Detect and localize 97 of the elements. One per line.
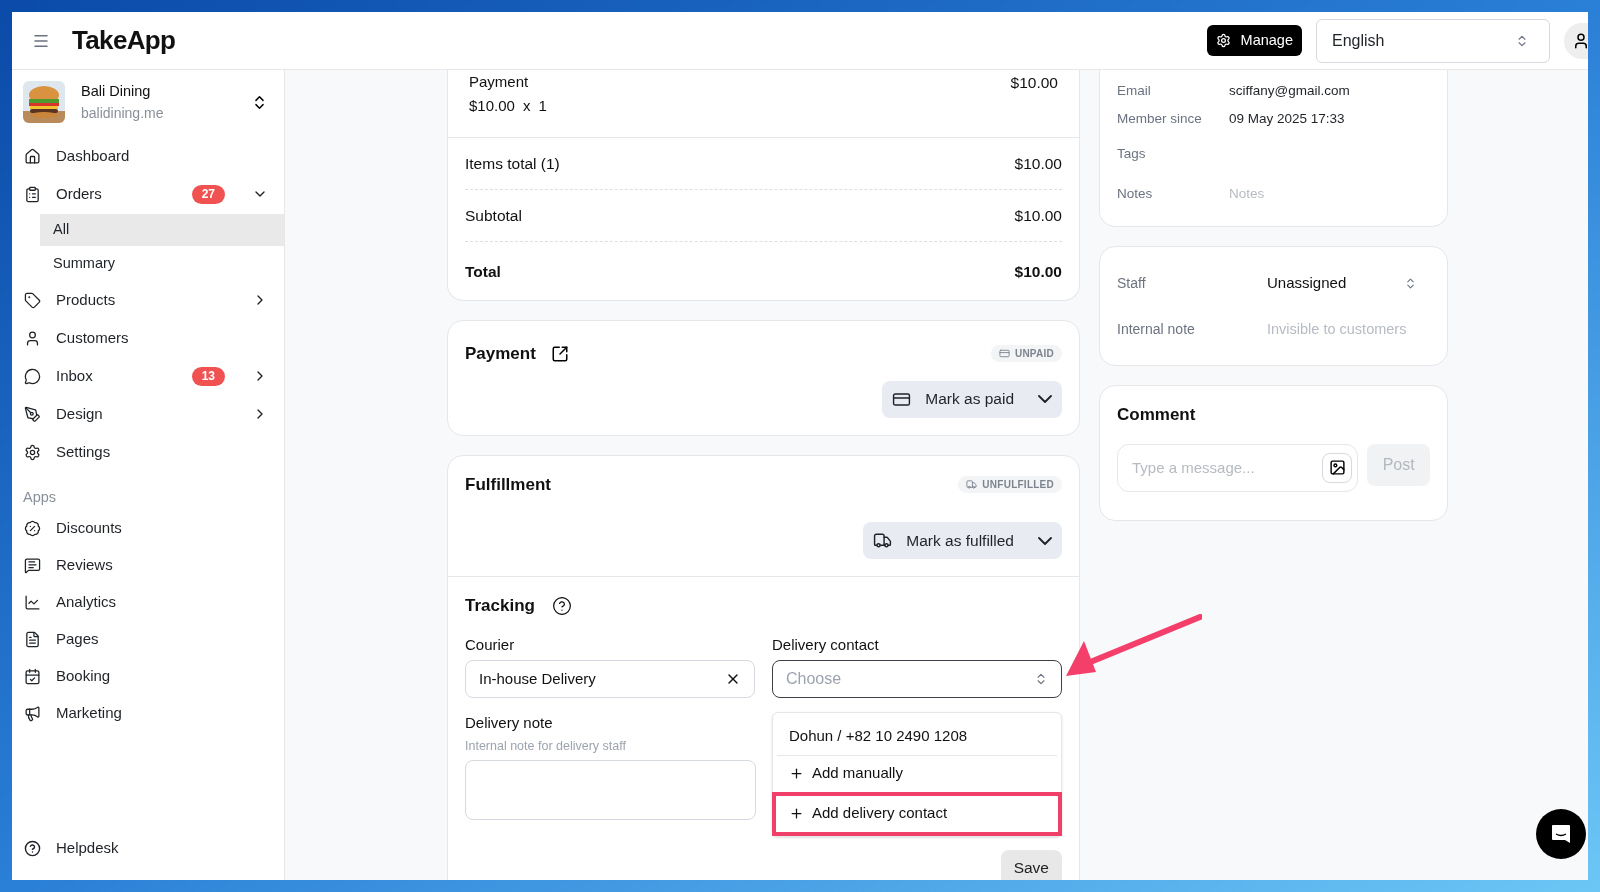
save-button[interactable]: Save [1000, 850, 1062, 880]
total-label: Items total (1) [465, 153, 560, 174]
chat-launcher-button[interactable] [1536, 809, 1586, 859]
tag-icon [24, 291, 41, 309]
sidebar-subitem[interactable]: Summary [40, 247, 284, 280]
manage-button[interactable]: Manage [1206, 25, 1302, 56]
staff-select[interactable]: Unassigned [1267, 272, 1417, 295]
field-value: sciffany@gmail.com [1229, 82, 1350, 100]
line-total: $10.00 [1010, 73, 1058, 93]
line-chart-icon [24, 593, 41, 611]
field-label: Staff [1117, 273, 1147, 293]
sidebar-item[interactable]: Reviews [12, 546, 284, 584]
card-title: Payment [465, 343, 536, 365]
chat-icon [1550, 823, 1572, 845]
field-label: Delivery contact [772, 634, 880, 655]
total-value: $10.00 [1014, 205, 1062, 226]
action-dropdown-button[interactable]: Mark as fulfilled [863, 522, 1062, 559]
pen-icon [24, 405, 41, 423]
sidebar-item[interactable]: Settings [12, 433, 284, 471]
count-badge: 13 [191, 366, 225, 386]
percent-badge-icon [24, 519, 41, 537]
chat-bubble-icon [24, 367, 41, 385]
document-icon [24, 630, 41, 648]
field-label: Notes [1117, 184, 1154, 203]
truck-icon [873, 531, 893, 550]
field-label: Internal note [1117, 319, 1196, 339]
status-badge: UNFULFILLED [958, 475, 1062, 493]
user-icon [24, 329, 41, 347]
notes-field[interactable]: Notes [1229, 183, 1409, 204]
dropdown-option[interactable]: Dohun / +82 10 2490 1208 [777, 718, 1057, 755]
field-label: Courier [465, 634, 516, 655]
delivery-note-field[interactable] [465, 760, 756, 821]
courier-field[interactable]: In-house Delivery [465, 660, 755, 698]
sidebar-item[interactable]: Pages [12, 620, 284, 658]
sidebar-item[interactable]: Booking [12, 657, 284, 695]
store-name: Bali Dining [81, 82, 152, 101]
field-label: Member since [1117, 110, 1203, 129]
external-link-icon[interactable] [550, 344, 569, 363]
field-label: Email [1117, 82, 1152, 100]
settings-icon [24, 443, 41, 461]
chevron-down-icon [1038, 536, 1052, 545]
sidebar-item[interactable]: Dashboard [12, 137, 284, 175]
line-item-name: Payment [469, 72, 530, 92]
total-label: Total [465, 262, 501, 283]
total-value: $10.00 [1014, 262, 1062, 283]
sidebar-item[interactable]: Analytics [12, 583, 284, 621]
section-heading: Apps [22, 487, 58, 507]
field-hint: Internal note for delivery staff [465, 737, 627, 755]
truck-icon [966, 478, 978, 490]
plus-icon [789, 766, 804, 781]
unit-price: $10.00 [469, 95, 515, 116]
sidebar-item[interactable]: Orders 27 [12, 175, 284, 213]
sidebar-item[interactable]: Discounts [12, 509, 284, 547]
dropdown-option[interactable]: Add delivery contact [772, 791, 1062, 836]
image-upload-button[interactable] [1322, 452, 1353, 483]
comment-field[interactable]: Type a message... [1117, 443, 1359, 492]
language-select[interactable]: English [1316, 18, 1550, 63]
dropdown-option[interactable]: Add manually [777, 755, 1057, 792]
quantity: 1 [538, 95, 547, 116]
chevrons-icon [1515, 33, 1529, 48]
list-icon [24, 185, 41, 203]
internal-note-field[interactable]: Invisible to customers [1267, 318, 1427, 341]
calendar-icon [24, 667, 41, 685]
action-dropdown-button[interactable]: Mark as paid [882, 380, 1062, 418]
status-badge: UNPAID [990, 345, 1062, 363]
message-icon [24, 556, 41, 574]
chevron-down-icon [1038, 395, 1052, 403]
image-icon [1328, 459, 1346, 477]
megaphone-icon [24, 704, 41, 722]
field-label: Tags [1117, 144, 1147, 163]
field-value: 09 May 2025 17:33 [1229, 110, 1345, 129]
section-title: Tracking [465, 595, 535, 617]
sidebar-item[interactable]: Marketing [12, 694, 284, 732]
helpdesk-link[interactable]: Helpdesk [12, 830, 284, 866]
logo: TakeApp [72, 24, 176, 57]
sidebar-item[interactable]: Products [12, 281, 284, 319]
multiply-sign: x [522, 95, 531, 116]
chevrons-icon [1404, 276, 1417, 290]
store-domain: balidining.me [81, 103, 165, 123]
help-icon[interactable] [551, 595, 572, 616]
card-icon [998, 348, 1010, 360]
sidebar-item[interactable]: Inbox 13 [12, 357, 284, 395]
sidebar-subitem[interactable]: All [40, 213, 284, 246]
field-label: Delivery note [465, 713, 554, 733]
sidebar-item[interactable]: Customers [12, 319, 284, 357]
help-icon [24, 839, 41, 857]
user-icon [1572, 31, 1588, 50]
store-switcher[interactable]: Bali Dining balidining.me [12, 70, 284, 138]
count-badge: 27 [191, 184, 225, 204]
total-value: $10.00 [1014, 153, 1062, 174]
total-label: Subtotal [465, 205, 522, 226]
plus-icon [789, 806, 804, 821]
card-title: Fulfillment [465, 473, 551, 496]
settings-icon [1215, 33, 1231, 48]
house-icon [24, 147, 41, 165]
sidebar-item[interactable]: Design [12, 395, 284, 433]
card-title: Comment [1117, 404, 1197, 427]
